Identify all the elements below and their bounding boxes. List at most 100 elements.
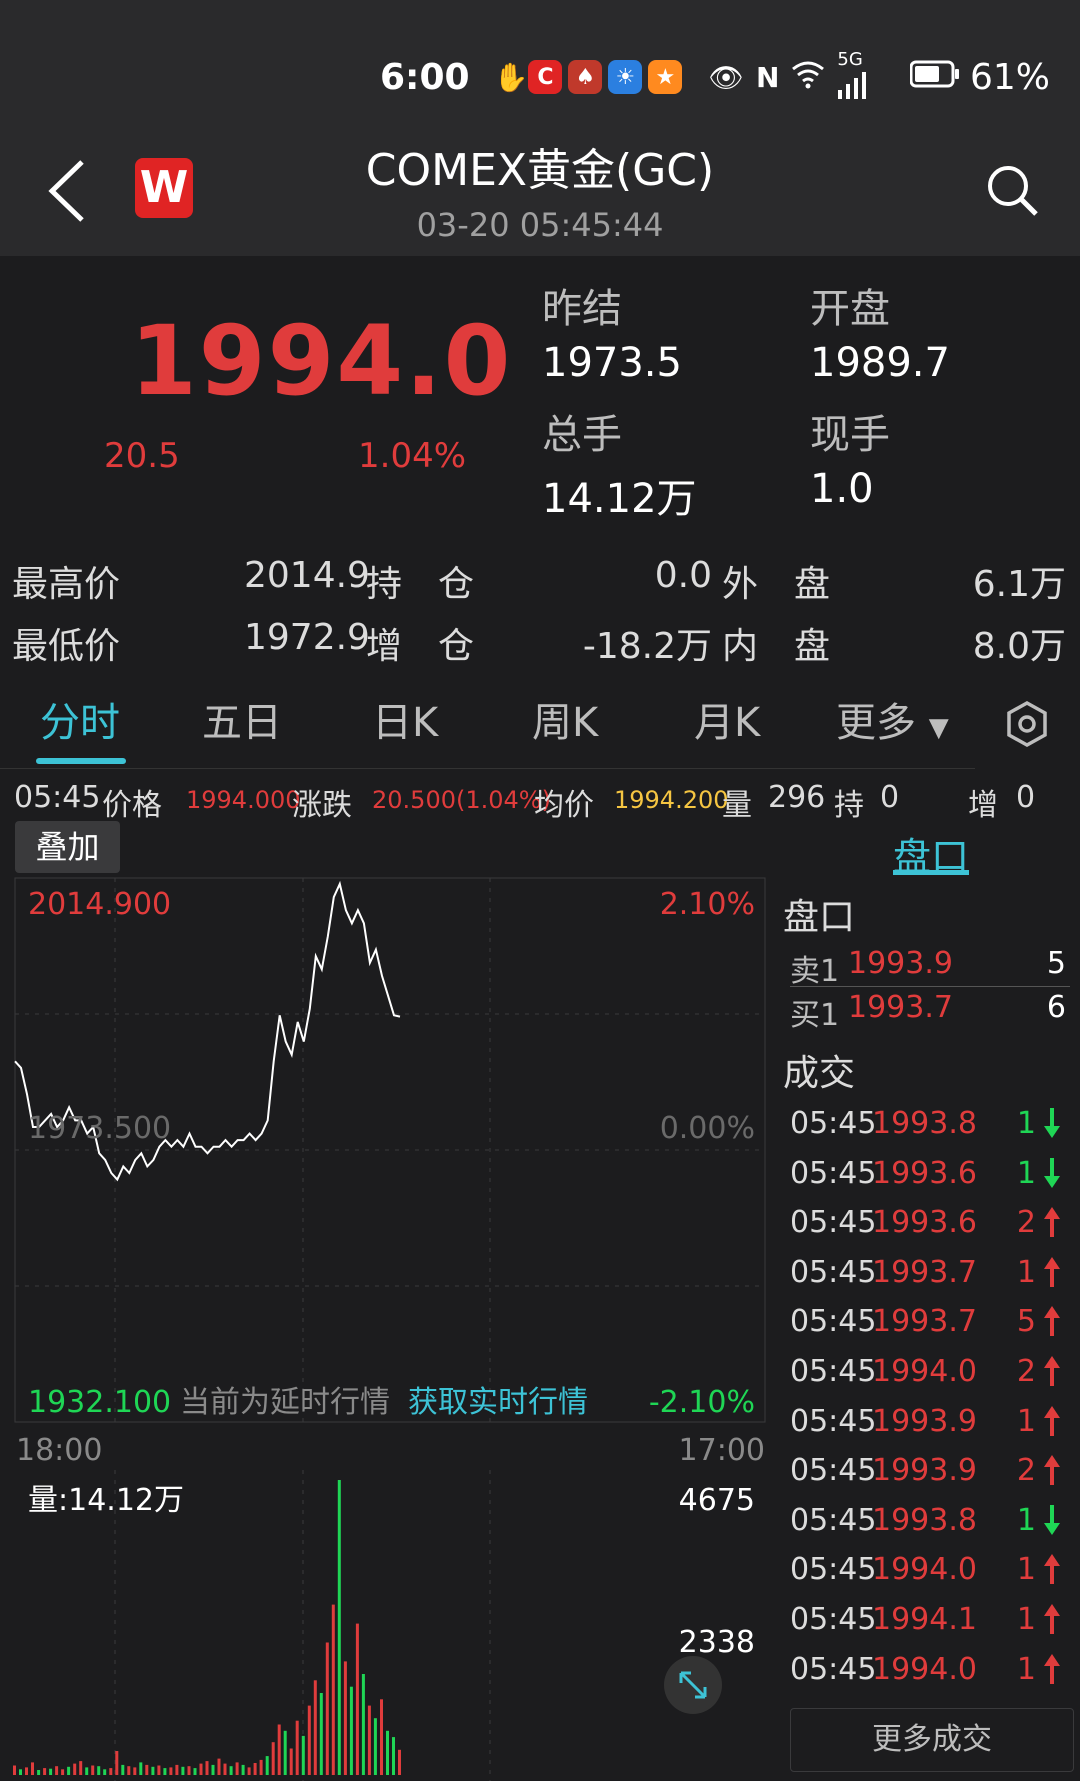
total-volume-value: 14.12万 xyxy=(542,476,697,522)
more-trades-button[interactable]: 更多成交 xyxy=(790,1708,1074,1772)
volume-bar xyxy=(349,1686,353,1775)
volume-bar xyxy=(151,1766,155,1775)
hand-notification-icon: ✋ xyxy=(493,60,529,94)
arrow-down-icon xyxy=(1044,1157,1060,1188)
volume-bar xyxy=(337,1480,341,1775)
info-oi: 0 xyxy=(880,780,900,815)
volume-bar xyxy=(25,1767,28,1775)
intraday-chart[interactable]: 2014.900 2.10% 1973.500 0.00% 1932.100 当… xyxy=(0,870,780,1781)
volume-bar xyxy=(313,1680,317,1775)
trade-row: 05:45 1993.7 1 xyxy=(790,1255,1070,1299)
app-weather-notification-icon: ☀ xyxy=(608,60,643,94)
tab-monthly-k[interactable]: 月K xyxy=(694,690,760,748)
info-avg: 1994.200 xyxy=(614,786,729,814)
status-time: 6:00 xyxy=(380,56,470,98)
trade-price: 1993.9 xyxy=(872,1403,977,1439)
volume-bar xyxy=(247,1767,251,1775)
info-oi-label: 持 xyxy=(834,788,864,823)
expand-chart-button[interactable] xyxy=(664,1656,722,1714)
prev-settle-label: 昨结 xyxy=(542,286,622,332)
inner-value: 8.0万 xyxy=(972,626,1066,667)
volume-bar xyxy=(31,1762,34,1775)
trade-qty: 1 xyxy=(1016,1552,1036,1588)
trade-qty: 1 xyxy=(1016,1106,1036,1141)
arrow-up-icon xyxy=(1044,1604,1060,1634)
volume-bar xyxy=(193,1768,197,1775)
volume-bar xyxy=(13,1765,16,1775)
oi-change-label: 增 仓 xyxy=(366,626,475,667)
expand-icon xyxy=(679,1671,707,1699)
chart-settings-button[interactable] xyxy=(1003,700,1051,748)
trade-time: 05:45 xyxy=(790,1453,877,1489)
gear-icon xyxy=(1007,700,1047,748)
volume-bar xyxy=(61,1769,65,1775)
volume-bar xyxy=(301,1735,305,1775)
trade-time: 05:45 xyxy=(790,1155,877,1191)
volume-bar xyxy=(343,1661,347,1775)
search-button[interactable] xyxy=(984,162,1040,218)
arrow-up-icon xyxy=(1044,1554,1060,1585)
arrow-up-icon xyxy=(1044,1207,1060,1238)
volume-bar xyxy=(307,1705,311,1775)
volume-bar xyxy=(271,1742,275,1775)
trade-qty: 1 xyxy=(1016,1651,1036,1687)
oi-change-value: -18.2万 xyxy=(582,626,712,667)
tab-weekly-k[interactable]: 周K xyxy=(532,690,598,748)
tab-more[interactable]: 更多 ▼ xyxy=(836,690,949,748)
tab-five-day[interactable]: 五日 xyxy=(202,690,282,748)
price-change-percent: 1.04% xyxy=(358,436,467,476)
outer-value: 6.1万 xyxy=(972,564,1066,605)
arrow-up-icon xyxy=(1044,1653,1060,1684)
volume-bar xyxy=(355,1623,359,1775)
x-start-time: 18:00 xyxy=(16,1433,102,1468)
trade-time: 05:45 xyxy=(790,1403,877,1439)
info-inc-label: 增 xyxy=(968,788,998,823)
crosshair-info-bar: 05:45 价格 1994.000 涨跌 20.500(1.04%) 均价 19… xyxy=(14,772,1074,823)
info-change: 20.500(1.04%) xyxy=(372,786,551,814)
volume-bars xyxy=(13,1480,401,1775)
volume-bar xyxy=(398,1749,401,1775)
volume-bar xyxy=(109,1768,113,1775)
y-bottom-pct: -2.10% xyxy=(649,1385,755,1420)
trade-time: 05:45 xyxy=(790,1602,877,1637)
nfc-icon: N xyxy=(755,60,780,94)
overlay-button[interactable]: 叠加 xyxy=(15,821,120,873)
info-price-label: 价格 xyxy=(102,788,162,823)
volume-bar xyxy=(55,1766,59,1775)
trade-time: 05:45 xyxy=(790,1304,877,1340)
y-mid-price: 1973.500 xyxy=(28,1111,171,1146)
volume-bar xyxy=(319,1693,323,1775)
volume-bar xyxy=(295,1720,299,1775)
volume-bar xyxy=(211,1764,215,1775)
order-book-divider xyxy=(790,986,1070,987)
search-icon xyxy=(988,166,1038,216)
notification-apps: C ♠ ☀ ★ xyxy=(528,60,683,94)
trade-qty: 2 xyxy=(1016,1205,1036,1241)
volume-bar xyxy=(241,1764,245,1775)
outer-label: 外 盘 xyxy=(722,564,831,605)
volume-bar xyxy=(265,1756,269,1775)
volume-bar xyxy=(283,1730,287,1775)
volume-bar xyxy=(325,1642,329,1775)
realtime-quote-link[interactable]: 获取实时行情 xyxy=(408,1385,588,1420)
page-title: COMEX黄金(GC) xyxy=(365,145,715,196)
open-label: 开盘 xyxy=(810,286,890,332)
prev-settle-value: 1973.5 xyxy=(542,340,682,386)
trade-row: 05:45 1994.0 1 xyxy=(790,1652,1070,1696)
tab-more-label: 更多 xyxy=(836,700,916,746)
high-label: 最高价 xyxy=(12,564,121,605)
oi-value: 0.0 xyxy=(654,555,712,596)
trade-row: 05:45 1993.7 5 xyxy=(790,1304,1070,1348)
battery-icon xyxy=(909,60,960,95)
tab-daily-k[interactable]: 日K xyxy=(372,690,438,748)
volume-bar xyxy=(145,1764,149,1775)
open-value: 1989.7 xyxy=(810,340,950,386)
info-vol-label: 量 xyxy=(722,788,752,823)
info-vol: 296 xyxy=(768,780,826,815)
trade-row: 05:45 1993.6 2 xyxy=(790,1205,1070,1249)
bid-price: 1993.7 xyxy=(848,990,953,1025)
bid-label: 买1 xyxy=(790,998,840,1033)
tab-intraday[interactable]: 分时 xyxy=(40,690,120,748)
volume-bar xyxy=(205,1761,209,1775)
tabs-divider xyxy=(0,768,975,769)
